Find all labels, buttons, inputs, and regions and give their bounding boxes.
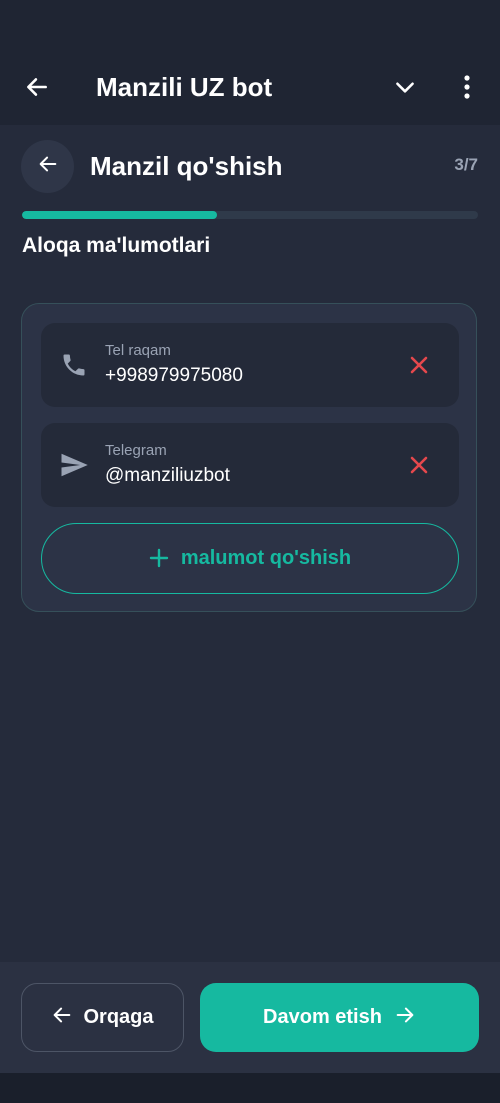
progress-bar <box>22 211 478 219</box>
send-icon <box>57 448 91 482</box>
step-counter: 3/7 <box>454 155 478 174</box>
system-nav-bar <box>0 1073 500 1103</box>
plus-icon <box>149 545 169 573</box>
delete-icon[interactable] <box>405 351 433 379</box>
contact-value: @manziliuzbot <box>105 465 230 486</box>
progress-fill <box>22 211 218 219</box>
continue-button-label: Davom etish <box>263 1006 382 1028</box>
more-vertical-icon[interactable] <box>452 70 482 104</box>
arrow-right-icon <box>394 1004 416 1031</box>
add-info-button[interactable]: malumot qo'shish <box>41 523 459 594</box>
arrow-left-icon <box>37 153 59 180</box>
bottom-action-bar: Orqaga Davom etish <box>0 962 500 1073</box>
back-arrow-icon[interactable] <box>20 70 54 104</box>
back-button[interactable]: Orqaga <box>21 983 184 1052</box>
add-info-label: malumot qo'shish <box>180 547 352 569</box>
app-title: Manzili UZ bot <box>96 72 273 102</box>
delete-icon[interactable] <box>405 451 433 479</box>
contact-label: Tel raqam <box>105 342 171 359</box>
section-title: Aloqa ma'lumotlari <box>22 234 211 257</box>
step-title: Manzil qo'shish <box>90 151 283 181</box>
status-bar <box>0 0 500 50</box>
continue-button[interactable]: Davom etish <box>200 983 479 1052</box>
arrow-left-icon <box>51 1004 73 1031</box>
contact-item-phone[interactable]: Tel raqam +998979975080 <box>41 323 459 407</box>
back-button-label: Orqaga <box>83 1006 154 1028</box>
contacts-card: Tel raqam +998979975080 Telegram @manzil… <box>21 303 477 612</box>
contact-value: +998979975080 <box>105 365 243 386</box>
app-header: Manzili UZ bot <box>0 50 500 125</box>
step-back-button[interactable] <box>21 140 74 193</box>
contact-item-telegram[interactable]: Telegram @manziliuzbot <box>41 423 459 507</box>
chevron-down-icon[interactable] <box>388 70 422 104</box>
contact-label: Telegram <box>105 442 167 459</box>
phone-icon <box>57 348 91 382</box>
